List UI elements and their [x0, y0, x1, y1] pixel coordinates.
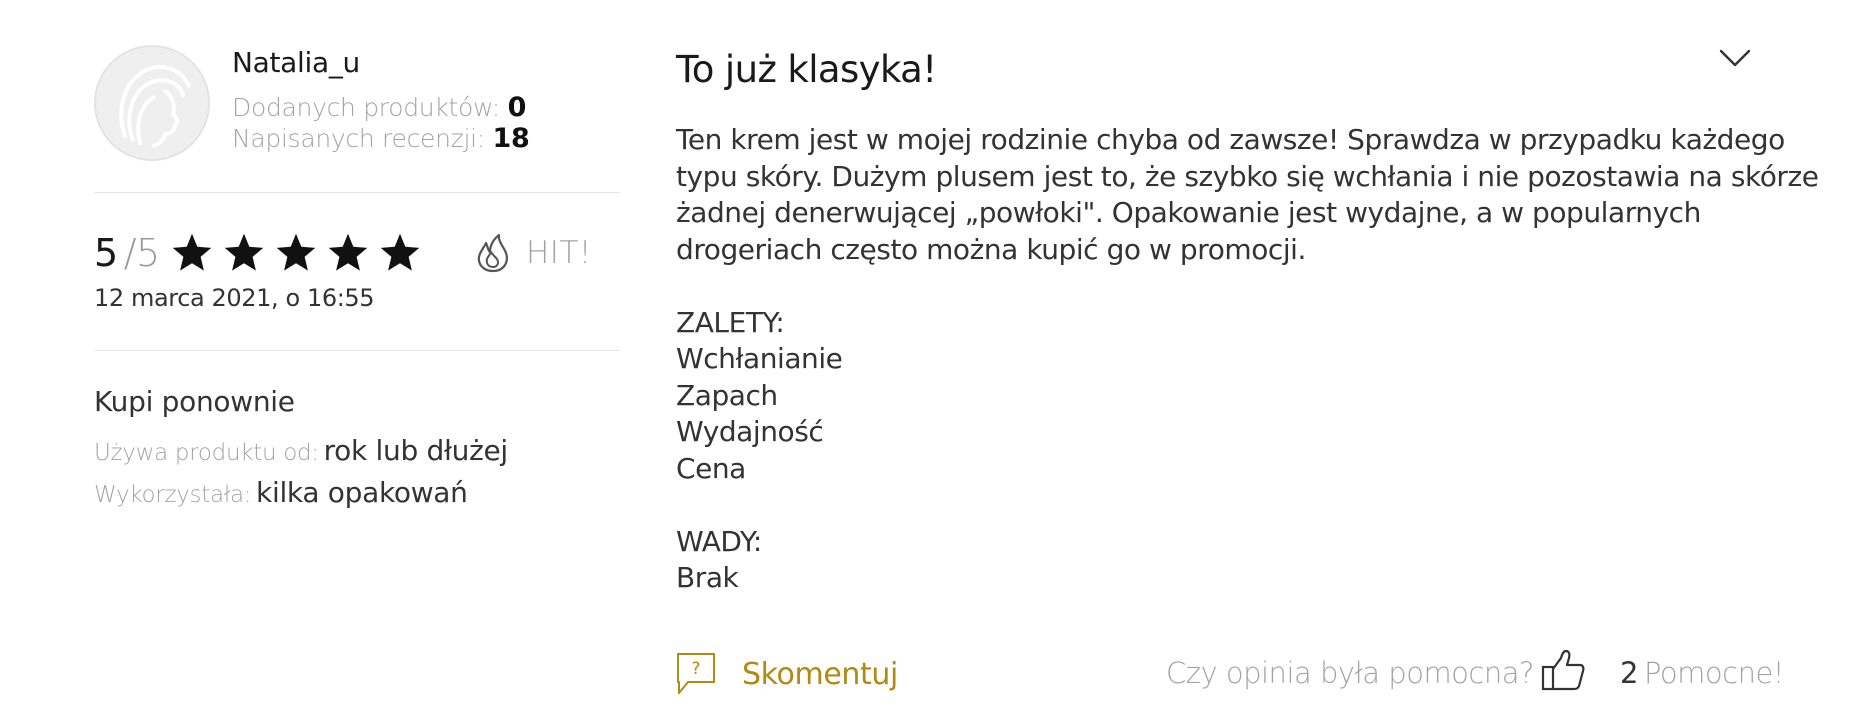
packs-used: Wykorzystała: kilka opakowań	[94, 476, 468, 509]
avatar	[94, 45, 210, 161]
chevron-down-icon[interactable]	[1718, 46, 1752, 70]
star-icon	[380, 233, 419, 271]
cons-heading: WADY:	[676, 524, 762, 558]
rating: 5 /5	[94, 228, 430, 278]
hit-badge: HIT!	[474, 228, 592, 278]
comment-question-icon: ?	[677, 653, 715, 694]
buy-again-label: Kupi ponownie	[94, 385, 295, 418]
pros-item: Cena	[676, 451, 746, 485]
pros-item: Wydajność	[676, 415, 824, 448]
woman-profile-icon	[96, 47, 208, 159]
usage-duration-value: rok lub dłużej	[323, 434, 509, 467]
hit-label: HIT!	[526, 235, 592, 271]
review-body-line: drogeriach często można kupić go w promo…	[676, 232, 1306, 266]
rating-score: 5	[94, 231, 118, 275]
added-products-count: 0	[507, 92, 527, 123]
added-products-stat: Dodanych produktów: 0	[232, 92, 526, 123]
helpful-count: 2	[1620, 656, 1638, 690]
usage-duration-label: Używa produktu od:	[94, 440, 319, 466]
usage-duration: Używa produktu od: rok lub dłużej	[94, 434, 508, 467]
thumbs-up-icon[interactable]	[1540, 648, 1586, 692]
pros-heading: ZALETY:	[676, 305, 785, 339]
comment-label: Skomentuj	[742, 656, 898, 692]
review-body: Ten krem jest w mojej rodzinie chyba od …	[676, 122, 1819, 597]
rating-max: /5	[123, 231, 160, 275]
star-icon	[328, 233, 367, 271]
review-title: To już klasyka!	[676, 48, 937, 91]
review-date: 12 marca 2021, o 16:55	[94, 284, 375, 312]
cons-item: Brak	[676, 561, 739, 594]
helpful-question: Czy opinia była pomocna?	[1166, 656, 1534, 690]
author-username[interactable]: Natalia_u	[232, 46, 360, 79]
review-body-line: typu skóry. Dużym plusem jest to, że szy…	[676, 159, 1819, 193]
packs-used-label: Wykorzystała:	[94, 482, 252, 508]
reviews-written-count: 18	[492, 123, 530, 154]
star-icon	[224, 233, 263, 271]
helpful-counter: 2 Pomocne!	[1620, 656, 1784, 690]
added-products-label: Dodanych produktów:	[232, 93, 500, 122]
reviews-written-stat: Napisanych recenzji: 18	[232, 123, 530, 154]
helpful-label: Pomocne!	[1643, 656, 1784, 690]
packs-used-value: kilka opakowań	[256, 476, 468, 509]
divider	[94, 192, 620, 193]
star-icon	[276, 233, 315, 271]
pros-item: Wchłanianie	[676, 342, 843, 375]
reviews-written-label: Napisanych recenzji:	[232, 124, 485, 153]
divider	[94, 350, 620, 351]
pros-item: Zapach	[676, 378, 778, 412]
star-rating	[170, 231, 430, 275]
review-body-line: żadnej denerwującej „powłoki". Opakowani…	[676, 196, 1701, 229]
star-icon	[172, 233, 211, 271]
comment-button[interactable]: ? Skomentuj	[676, 652, 898, 696]
flame-icon	[477, 233, 508, 273]
review-body-line: Ten krem jest w mojej rodzinie chyba od …	[676, 123, 1785, 156]
svg-text:?: ?	[691, 659, 700, 679]
